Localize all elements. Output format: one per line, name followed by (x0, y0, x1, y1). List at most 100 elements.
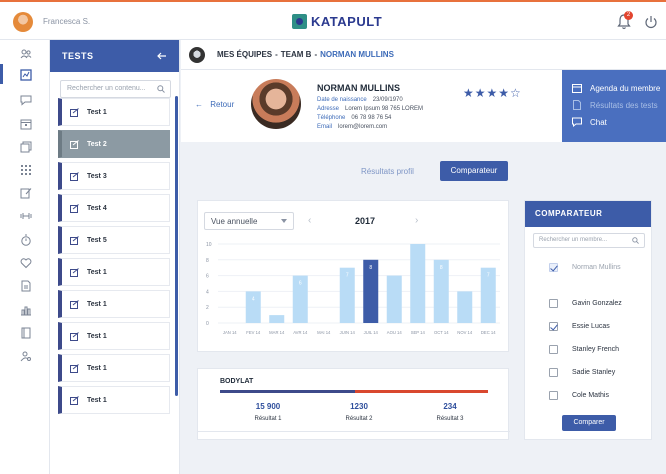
edit-icon (70, 235, 79, 245)
bar-chart-icon[interactable] (20, 304, 32, 316)
bar-value-label: 7 (346, 273, 349, 279)
icon-rail (0, 40, 50, 474)
tests-search-input[interactable]: Rechercher un contenu... (60, 80, 171, 98)
bodylat-card: BODYLAT 15 900 Résultat 1 1230 Résultat … (197, 368, 510, 440)
tests-scrollbar[interactable] (175, 96, 178, 396)
chart-card: Vue annuelle ‹ 2017 › 10 8 6 4 2 0 JAN 14 4 FEV … (197, 200, 509, 352)
test-list-item[interactable]: Test 2 (58, 130, 170, 158)
edit-icon (70, 267, 79, 277)
member-actions-panel: Agenda du membre Résultats des tests Cha… (562, 70, 666, 142)
test-list-item[interactable]: Test 1 (58, 322, 170, 350)
x-tick-label: DEC 14 (481, 330, 496, 335)
member-search-placeholder: Rechercher un membre... (539, 237, 608, 243)
profile-field-phone: Téléphone 06 78 98 76 54 (317, 115, 392, 121)
bodylat-title: BODYLAT (220, 378, 254, 385)
edit-icon (70, 139, 79, 149)
member-self: Norman Mullins (549, 263, 621, 272)
calendar-icon (572, 84, 582, 93)
result-1-label: Résultat 1 (254, 416, 282, 422)
test-list-item[interactable]: Test 1 (58, 258, 170, 286)
rail-active-indicator (0, 64, 3, 84)
brand-logo[interactable]: KATAPULT (292, 14, 382, 29)
member-item[interactable]: Essie Lucas (549, 322, 610, 331)
member-self-checkbox (549, 263, 558, 272)
x-tick-label: NOV 14 (457, 330, 473, 335)
bar-chart: 10 8 6 4 2 0 JAN 14 4 FEV 14 MAR 14 6 AVR 14 MAI 14 7… (206, 242, 500, 335)
member-item[interactable]: Stanley French (549, 345, 619, 354)
power-icon[interactable] (644, 15, 658, 29)
report-icon[interactable] (20, 280, 32, 292)
timer-icon[interactable] (20, 234, 32, 246)
member-name: Sadie Stanley (572, 369, 616, 376)
test-list-item[interactable]: Test 1 (58, 354, 170, 382)
test-list-item[interactable]: Test 4 (58, 194, 170, 222)
test-item-label: Test 1 (87, 364, 107, 372)
member-item[interactable]: Cole Mathis (549, 391, 609, 400)
document-icon (573, 100, 581, 110)
result-3-label: Résultat 3 (436, 416, 464, 422)
edit-icon (70, 171, 79, 181)
edit-icon (70, 395, 79, 405)
y-tick-label: 4 (206, 289, 209, 295)
result-1-value: 15 900 (255, 402, 281, 411)
layers-icon[interactable] (20, 141, 32, 153)
tab-profile-results[interactable]: Résultats profil (361, 167, 414, 176)
test-list-item[interactable]: Test 5 (58, 226, 170, 254)
breadcrumb-team[interactable]: TEAM B (281, 50, 312, 59)
y-tick-label: 10 (206, 242, 212, 248)
chat-action[interactable]: Chat (572, 117, 607, 127)
bodylat-bar-right (355, 390, 488, 393)
member-checkbox[interactable] (549, 299, 558, 308)
breadcrumb: MES ÉQUIPES - TEAM B - NORMAN MULLINS (217, 50, 394, 59)
breadcrumb-section[interactable]: MES ÉQUIPES (217, 50, 272, 59)
chart-bar (410, 244, 426, 323)
result-2-label: Résultat 2 (345, 416, 373, 422)
profile-field-address: Adresse Lorem Ipsum 98 765 LOREM (317, 106, 424, 112)
test-item-label: Test 1 (87, 300, 107, 308)
x-tick-label: MAR 14 (269, 330, 285, 335)
user-search-icon[interactable] (20, 350, 32, 362)
back-label: Retour (210, 100, 235, 109)
compare-button[interactable]: Comparer (562, 415, 616, 431)
back-link[interactable]: ← Retour (195, 100, 234, 109)
back-arrow-icon: ← (195, 100, 203, 109)
edit-icon[interactable] (20, 187, 32, 199)
user-name[interactable]: Francesca S. (43, 17, 90, 26)
x-tick-label: JAN 14 (223, 330, 237, 335)
member-search-input[interactable]: Rechercher un membre... (533, 233, 645, 248)
x-tick-label: AOU 14 (387, 330, 403, 335)
result-2-value: 1230 (350, 402, 368, 411)
member-checkbox[interactable] (549, 345, 558, 354)
users-icon[interactable] (20, 48, 32, 60)
document-icon[interactable] (20, 327, 32, 339)
training-icon[interactable] (20, 210, 32, 222)
member-checkbox[interactable] (549, 322, 558, 331)
heart-icon[interactable] (20, 257, 32, 269)
member-item[interactable]: Gavin Gonzalez (549, 299, 622, 308)
chart-bar (386, 275, 402, 323)
x-tick-label: AVR 14 (293, 330, 308, 335)
test-list-item[interactable]: Test 1 (58, 386, 170, 414)
dashboard-icon[interactable] (20, 69, 32, 81)
test-item-label: Test 4 (87, 204, 107, 212)
search-icon (632, 237, 639, 244)
member-item[interactable]: Sadie Stanley (549, 368, 615, 377)
chat-label: Chat (590, 117, 607, 127)
x-tick-label: FEV 14 (246, 330, 261, 335)
user-avatar[interactable] (13, 12, 33, 32)
member-checkbox[interactable] (549, 368, 558, 377)
test-list-item[interactable]: Test 1 (58, 290, 170, 318)
collapse-arrow-icon[interactable] (157, 52, 167, 60)
grid-icon[interactable] (20, 164, 32, 176)
calendar-icon[interactable] (20, 118, 32, 130)
member-checkbox[interactable] (549, 391, 558, 400)
test-list-item[interactable]: Test 3 (58, 162, 170, 190)
logo-icon (292, 14, 307, 29)
test-list-item[interactable]: Test 1 (58, 98, 170, 126)
tab-comparator[interactable]: Comparateur (440, 161, 508, 181)
chat-icon[interactable] (20, 94, 32, 106)
x-tick-label: MAI 14 (317, 330, 331, 335)
test-results-action[interactable]: Résultats des tests (572, 100, 658, 110)
agenda-action[interactable]: Agenda du membre (572, 83, 660, 93)
edit-icon (70, 331, 79, 341)
